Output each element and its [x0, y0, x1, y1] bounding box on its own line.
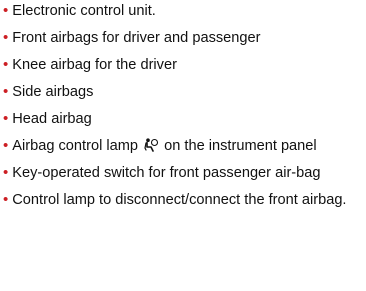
airbag-components-list: • Electronic control unit. • Front airbags…	[3, 0, 363, 211]
list-item: • Airbag control lamp on the instrument p…	[3, 135, 363, 157]
bullet-icon: •	[3, 56, 9, 73]
list-item-text: Electronic control unit.	[12, 3, 156, 19]
list-item: • Knee airbag for the driver	[3, 54, 363, 76]
bullet-icon: •	[3, 191, 9, 208]
bullet-icon: •	[3, 137, 9, 154]
list-item: • Control lamp to disconnect/connect the …	[3, 189, 363, 211]
list-item-text: Knee airbag for the driver	[12, 57, 177, 73]
list-item: • Key-operated switch for front passenger…	[3, 162, 363, 184]
list-item-text: Front airbags for driver and passenger	[12, 30, 261, 46]
list-item: • Head airbag	[3, 108, 363, 130]
bullet-icon: •	[3, 2, 9, 19]
bullet-icon: •	[3, 110, 9, 127]
list-item-text: Side airbags	[12, 84, 94, 100]
bullet-icon: •	[3, 164, 9, 181]
list-item-text: Head airbag	[12, 111, 92, 127]
bullet-icon: •	[3, 83, 9, 100]
list-item-text: on the instrument panel	[164, 138, 317, 154]
list-item-text: Airbag control lamp	[12, 138, 138, 154]
list-item-text: Key-operated switch for front passenger …	[12, 165, 321, 181]
list-item: • Electronic control unit.	[3, 0, 363, 22]
airbag-seated-person-icon	[144, 138, 159, 152]
bullet-icon: •	[3, 29, 9, 46]
list-item: • Side airbags	[3, 81, 363, 103]
list-item-text: Control lamp to disconnect/connect the f…	[12, 192, 347, 208]
list-item: • Front airbags for driver and passenger	[3, 27, 363, 49]
